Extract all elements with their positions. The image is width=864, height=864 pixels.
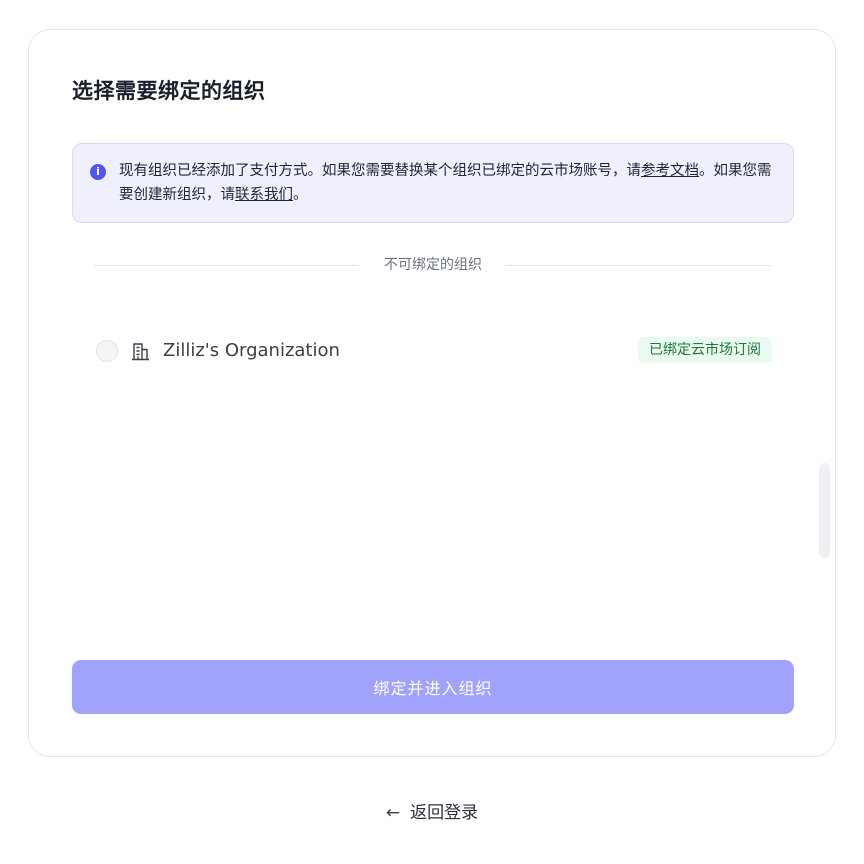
status-badge: 已绑定云市场订阅 [638, 337, 772, 363]
organization-option[interactable]: Zilliz's Organization 已绑定云市场订阅 [94, 333, 772, 369]
back-to-login-link[interactable]: ← 返回登录 [0, 800, 864, 826]
info-icon: i [90, 164, 106, 180]
arrow-left-icon: ← [385, 803, 401, 823]
bind-organization-card: 选择需要绑定的组织 i 现有组织已经添加了支付方式。如果您需要替换某个组织已绑定… [28, 29, 836, 757]
alert-text-after: 。 [293, 187, 308, 203]
divider-line-right [506, 265, 772, 266]
organization-name: Zilliz's Organization [163, 340, 340, 361]
list-scrollbar[interactable] [819, 463, 830, 558]
bind-and-enter-button[interactable]: 绑定并进入组织 [72, 660, 794, 714]
unbindable-divider: 不可绑定的组织 [94, 255, 772, 275]
contact-us-link[interactable]: 联系我们 [235, 187, 293, 203]
building-icon [132, 343, 149, 361]
modal-title: 选择需要绑定的组织 [72, 79, 266, 103]
organization-radio[interactable] [96, 340, 118, 362]
docs-link[interactable]: 参考文档 [641, 163, 699, 179]
back-to-login-label: 返回登录 [410, 803, 479, 823]
info-alert: i 现有组织已经添加了支付方式。如果您需要替换某个组织已绑定的云市场账号，请参考… [72, 143, 794, 223]
alert-message: 现有组织已经添加了支付方式。如果您需要替换某个组织已绑定的云市场账号，请参考文档… [119, 159, 779, 207]
alert-text-before: 现有组织已经添加了支付方式。如果您需要替换某个组织已绑定的云市场账号，请 [119, 163, 641, 179]
